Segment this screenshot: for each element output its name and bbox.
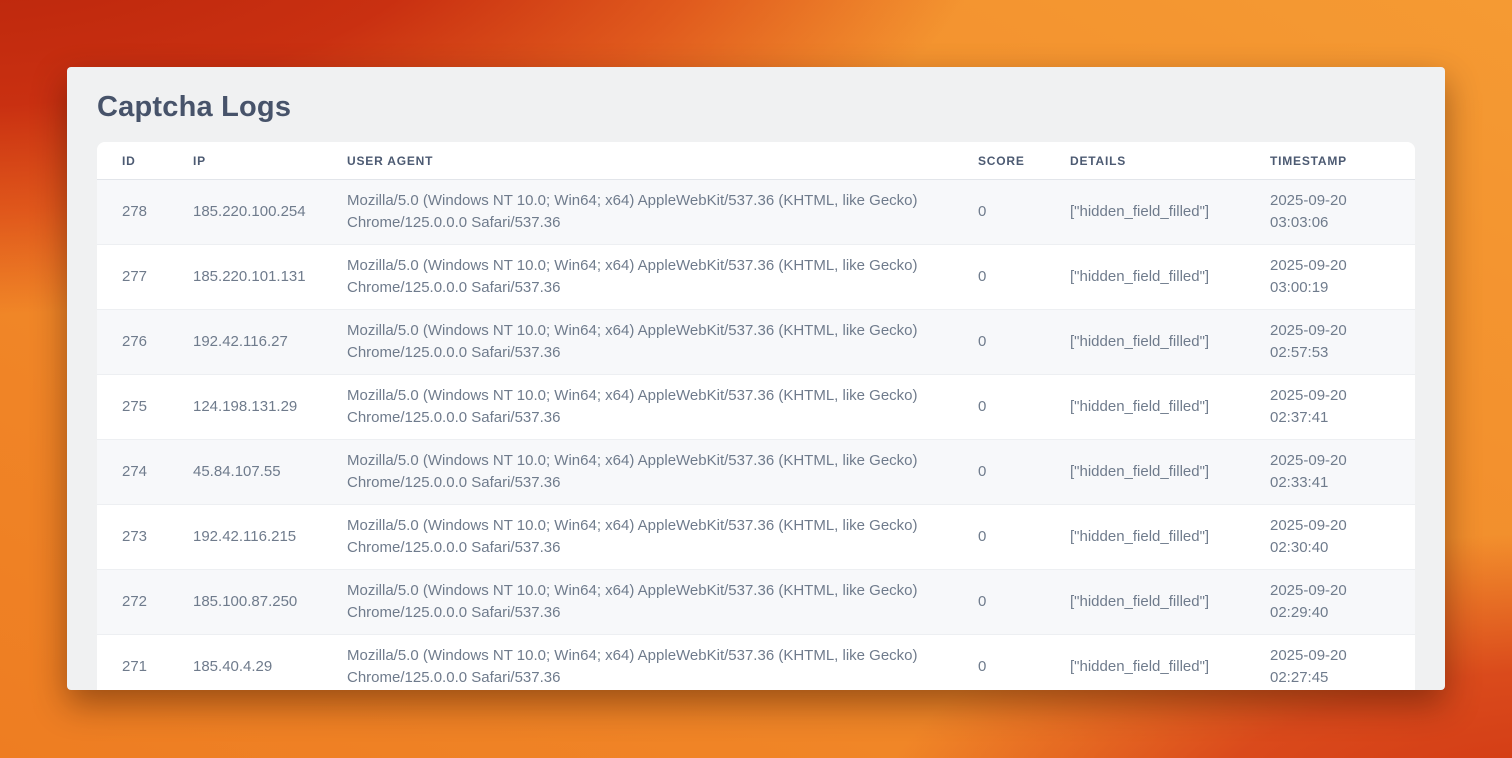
table-row: 271185.40.4.29Mozilla/5.0 (Windows NT 10… <box>97 635 1415 691</box>
cell-ip: 45.84.107.55 <box>193 440 347 505</box>
cell-id: 273 <box>97 505 193 570</box>
cell-score: 0 <box>978 505 1070 570</box>
cell-details: ["hidden_field_filled"] <box>1070 310 1270 375</box>
cell-timestamp: 2025-09-20 03:03:06 <box>1270 180 1415 245</box>
page-title: Captcha Logs <box>97 91 1415 124</box>
cell-id: 271 <box>97 635 193 691</box>
cell-ua: Mozilla/5.0 (Windows NT 10.0; Win64; x64… <box>347 180 978 245</box>
column-header-id: ID <box>97 142 193 180</box>
column-header-ua: USER AGENT <box>347 142 978 180</box>
logs-table: IDIPUSER AGENTSCOREDETAILSTIMESTAMP 2781… <box>97 142 1415 690</box>
table-header-row: IDIPUSER AGENTSCOREDETAILSTIMESTAMP <box>97 142 1415 180</box>
cell-details: ["hidden_field_filled"] <box>1070 245 1270 310</box>
cell-details: ["hidden_field_filled"] <box>1070 505 1270 570</box>
cell-ua: Mozilla/5.0 (Windows NT 10.0; Win64; x64… <box>347 375 978 440</box>
cell-score: 0 <box>978 635 1070 691</box>
cell-ip: 124.198.131.29 <box>193 375 347 440</box>
captcha-logs-card: Captcha Logs IDIPUSER AGENTSCOREDETAILST… <box>67 67 1445 690</box>
cell-details: ["hidden_field_filled"] <box>1070 635 1270 691</box>
cell-details: ["hidden_field_filled"] <box>1070 440 1270 505</box>
cell-ua: Mozilla/5.0 (Windows NT 10.0; Win64; x64… <box>347 310 978 375</box>
table-row: 273192.42.116.215Mozilla/5.0 (Windows NT… <box>97 505 1415 570</box>
table-row: 276192.42.116.27Mozilla/5.0 (Windows NT … <box>97 310 1415 375</box>
cell-details: ["hidden_field_filled"] <box>1070 570 1270 635</box>
table-row: 277185.220.101.131Mozilla/5.0 (Windows N… <box>97 245 1415 310</box>
cell-ip: 192.42.116.215 <box>193 505 347 570</box>
table-row: 275124.198.131.29Mozilla/5.0 (Windows NT… <box>97 375 1415 440</box>
cell-score: 0 <box>978 180 1070 245</box>
cell-ua: Mozilla/5.0 (Windows NT 10.0; Win64; x64… <box>347 505 978 570</box>
cell-id: 274 <box>97 440 193 505</box>
column-header-score: SCORE <box>978 142 1070 180</box>
table-row: 278185.220.100.254Mozilla/5.0 (Windows N… <box>97 180 1415 245</box>
cell-details: ["hidden_field_filled"] <box>1070 375 1270 440</box>
cell-timestamp: 2025-09-20 02:57:53 <box>1270 310 1415 375</box>
cell-score: 0 <box>978 375 1070 440</box>
cell-timestamp: 2025-09-20 02:27:45 <box>1270 635 1415 691</box>
cell-ip: 185.220.100.254 <box>193 180 347 245</box>
table-body: 278185.220.100.254Mozilla/5.0 (Windows N… <box>97 180 1415 691</box>
column-header-timestamp: TIMESTAMP <box>1270 142 1415 180</box>
table-header: IDIPUSER AGENTSCOREDETAILSTIMESTAMP <box>97 142 1415 180</box>
cell-id: 272 <box>97 570 193 635</box>
cell-timestamp: 2025-09-20 02:37:41 <box>1270 375 1415 440</box>
cell-id: 277 <box>97 245 193 310</box>
cell-timestamp: 2025-09-20 02:33:41 <box>1270 440 1415 505</box>
cell-score: 0 <box>978 310 1070 375</box>
cell-ip: 185.40.4.29 <box>193 635 347 691</box>
cell-ip: 185.100.87.250 <box>193 570 347 635</box>
cell-score: 0 <box>978 570 1070 635</box>
cell-timestamp: 2025-09-20 03:00:19 <box>1270 245 1415 310</box>
cell-timestamp: 2025-09-20 02:29:40 <box>1270 570 1415 635</box>
table-row: 27445.84.107.55Mozilla/5.0 (Windows NT 1… <box>97 440 1415 505</box>
cell-score: 0 <box>978 245 1070 310</box>
cell-ua: Mozilla/5.0 (Windows NT 10.0; Win64; x64… <box>347 440 978 505</box>
cell-ip: 185.220.101.131 <box>193 245 347 310</box>
cell-id: 275 <box>97 375 193 440</box>
column-header-details: DETAILS <box>1070 142 1270 180</box>
table-row: 272185.100.87.250Mozilla/5.0 (Windows NT… <box>97 570 1415 635</box>
cell-score: 0 <box>978 440 1070 505</box>
cell-ip: 192.42.116.27 <box>193 310 347 375</box>
cell-id: 276 <box>97 310 193 375</box>
cell-timestamp: 2025-09-20 02:30:40 <box>1270 505 1415 570</box>
cell-ua: Mozilla/5.0 (Windows NT 10.0; Win64; x64… <box>347 570 978 635</box>
column-header-ip: IP <box>193 142 347 180</box>
cell-details: ["hidden_field_filled"] <box>1070 180 1270 245</box>
cell-ua: Mozilla/5.0 (Windows NT 10.0; Win64; x64… <box>347 245 978 310</box>
cell-id: 278 <box>97 180 193 245</box>
cell-ua: Mozilla/5.0 (Windows NT 10.0; Win64; x64… <box>347 635 978 691</box>
logs-table-container: IDIPUSER AGENTSCOREDETAILSTIMESTAMP 2781… <box>97 142 1415 690</box>
